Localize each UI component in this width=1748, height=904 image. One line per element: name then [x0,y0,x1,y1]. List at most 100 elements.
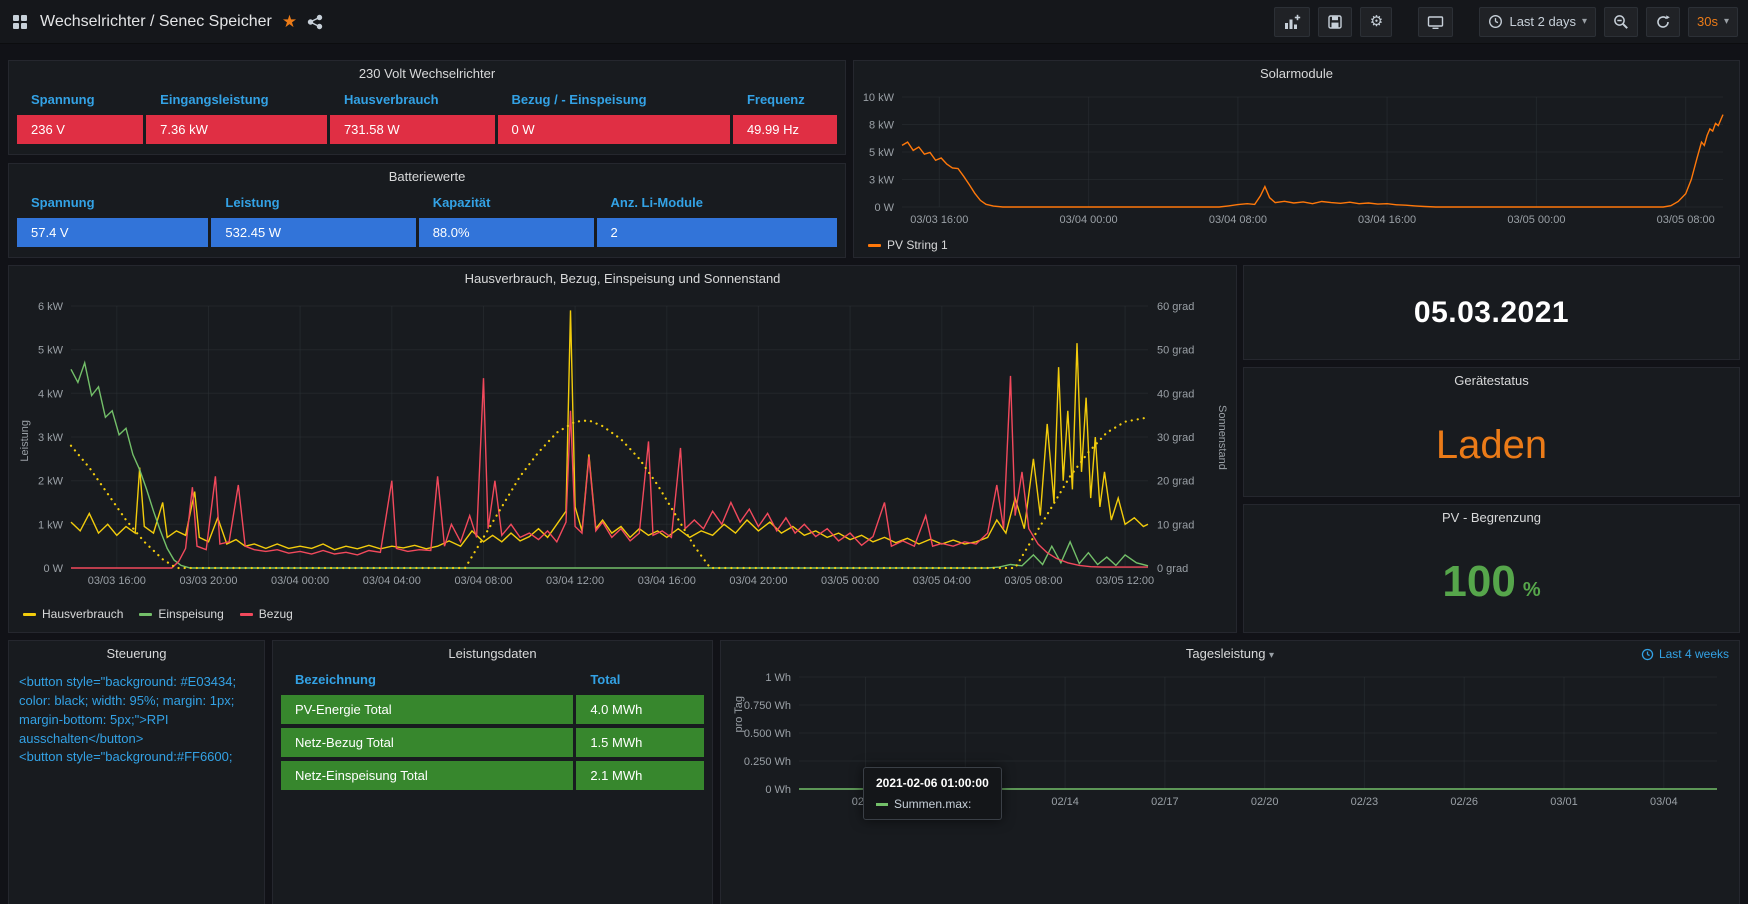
value-cell: 2.1 MWh [576,761,704,790]
navbar: Wechselrichter / Senec Speicher ★ ⚙ Last… [0,0,1748,44]
svg-text:03/05 00:00: 03/05 00:00 [821,575,879,587]
panel-hausverbrauch-chart: Hausverbrauch, Bezug, Einspeisung und So… [8,265,1237,633]
svg-text:03/05 08:00: 03/05 08:00 [1657,214,1715,226]
battery-value-row: 57.4 V532.45 W88.0%2 [17,218,837,247]
table-row: Netz-Bezug Total1.5 MWh [281,728,704,757]
svg-text:3 kW: 3 kW [38,432,64,444]
panel-230v-wechselrichter: 230 Volt Wechselrichter SpannungEingangs… [8,60,846,155]
svg-text:03/03 20:00: 03/03 20:00 [179,575,237,587]
column-header[interactable]: Anz. Li-Module [597,190,838,214]
panel-title[interactable]: Leistungsdaten [273,641,712,667]
value-cell: 0 W [498,115,730,144]
value-cell: 7.36 kW [146,115,327,144]
inverter-header-row: SpannungEingangsleistungHausverbrauchBez… [17,87,837,111]
svg-text:02/20: 02/20 [1251,796,1279,808]
svg-text:03/04 08:00: 03/04 08:00 [1209,214,1267,226]
refresh-button[interactable] [1646,7,1680,37]
panel-leistungsdaten: Leistungsdaten BezeichnungTotal PV-Energ… [272,640,713,904]
inverter-value-row: 236 V7.36 kW731.58 W0 W49.99 Hz [17,115,837,144]
legend-item[interactable]: Hausverbrauch [23,607,123,621]
dashboard-settings-button[interactable]: ⚙ [1360,7,1392,37]
favorite-star-icon[interactable]: ★ [282,13,297,30]
column-header[interactable]: Eingangsleistung [146,87,327,111]
series-marker [876,803,888,806]
svg-text:03/05 04:00: 03/05 04:00 [913,575,971,587]
save-dashboard-button[interactable] [1318,7,1352,37]
svg-text:10 grad: 10 grad [1157,519,1194,531]
main-chart-svg[interactable]: 03/03 16:00 03/03 20:00 03/04 00:00 03/04 0… [9,292,1234,602]
svg-text:03/03 16:00: 03/03 16:00 [88,575,146,587]
y-axis-label: Leistung [19,420,31,462]
y2-axis-label: Sonnenstand [1216,405,1228,470]
main-legend: Hausverbrauch Einspeisung Bezug [9,602,1236,621]
cycle-view-button[interactable] [1418,7,1453,37]
svg-text:5 kW: 5 kW [869,147,895,159]
svg-text:0 grad: 0 grad [1157,563,1188,575]
panel-title[interactable]: Tagesleistung ▾ [721,641,1739,667]
column-header[interactable]: Total [576,667,704,691]
legend-item[interactable]: Bezug [240,607,293,621]
solar-chart-svg[interactable]: 03/03 16:0003/04 00:0003/04 08:0003/04 1… [854,87,1739,233]
label-cell: Netz-Einspeisung Total [281,761,573,790]
svg-text:6 kW: 6 kW [38,301,64,313]
svg-text:02/23: 02/23 [1351,796,1379,808]
battery-header-row: SpannungLeistungKapazitätAnz. Li-Module [17,190,837,214]
y-axis-label: pro Tag [733,696,745,733]
value-cell: 532.45 W [211,218,415,247]
panel-title[interactable]: Gerätestatus [1244,368,1739,394]
svg-text:02/14: 02/14 [1051,796,1079,808]
gear-icon: ⚙ [1370,14,1383,29]
clock-icon [1641,648,1654,661]
column-header[interactable]: Spannung [17,190,208,214]
refresh-interval-picker[interactable]: 30s ▾ [1688,7,1738,37]
svg-text:1 Wh: 1 Wh [765,672,791,684]
add-panel-button[interactable] [1274,7,1310,37]
time-range-label: Last 2 days [1509,14,1576,29]
svg-text:10 kW: 10 kW [863,92,895,104]
column-header[interactable]: Bezug / - Einspeisung [498,87,730,111]
dashboard-title[interactable]: Wechselrichter / Senec Speicher [40,13,272,31]
svg-text:0 W: 0 W [874,202,894,214]
svg-text:03/04 00:00: 03/04 00:00 [271,575,329,587]
svg-text:0.500 Wh: 0.500 Wh [744,728,791,740]
panel-time-override[interactable]: Last 4 weeks [1641,641,1729,667]
svg-text:50 grad: 50 grad [1157,345,1194,357]
panel-title[interactable]: 230 Volt Wechselrichter [9,61,845,87]
svg-text:03/05 12:00: 03/05 12:00 [1096,575,1154,587]
panel-tagesleistung: Tagesleistung ▾ Last 4 weeks pro Tag 02/… [720,640,1740,904]
chart-tooltip: 2021-02-06 01:00:00 Summen.max: [863,767,1002,820]
zoom-out-button[interactable] [1604,7,1638,37]
panel-title[interactable]: PV - Begrenzung [1244,505,1739,531]
svg-text:4 kW: 4 kW [38,388,64,400]
svg-text:0 W: 0 W [43,563,63,575]
svg-text:03/04 04:00: 03/04 04:00 [363,575,421,587]
refresh-interval-label: 30s [1697,14,1718,29]
column-header[interactable]: Spannung [17,87,143,111]
column-header[interactable]: Kapazität [419,190,594,214]
navbar-left: Wechselrichter / Senec Speicher ★ [10,7,323,37]
share-icon[interactable] [307,14,323,30]
svg-text:03/04 20:00: 03/04 20:00 [729,575,787,587]
column-header[interactable]: Bezeichnung [281,667,573,691]
clock-icon [1488,14,1503,29]
apps-grid-icon[interactable] [10,7,30,37]
value-cell: 88.0% [419,218,594,247]
svg-text:03/04 00:00: 03/04 00:00 [1060,214,1118,226]
legend-item[interactable]: Einspeisung [139,607,223,621]
panel-title[interactable]: Batteriewerte [9,164,845,190]
panel-title[interactable]: Hausverbrauch, Bezug, Einspeisung und So… [9,266,1236,292]
time-range-picker[interactable]: Last 2 days ▾ [1479,7,1596,37]
svg-text:03/05 00:00: 03/05 00:00 [1507,214,1565,226]
column-header[interactable]: Hausverbrauch [330,87,495,111]
legend-item[interactable]: PV String 1 [868,238,948,252]
panel-title[interactable]: Solarmodule [854,61,1739,87]
label-cell: Netz-Bezug Total [281,728,573,757]
column-header[interactable]: Frequenz [733,87,837,111]
table-row: PV-Energie Total4.0 MWh [281,695,704,724]
svg-text:8 kW: 8 kW [869,120,895,132]
panel-title[interactable]: Steuerung [9,641,264,667]
value-cell: 731.58 W [330,115,495,144]
column-header[interactable]: Leistung [211,190,415,214]
svg-text:2 kW: 2 kW [38,476,64,488]
energy-header-row: BezeichnungTotal [281,667,704,691]
